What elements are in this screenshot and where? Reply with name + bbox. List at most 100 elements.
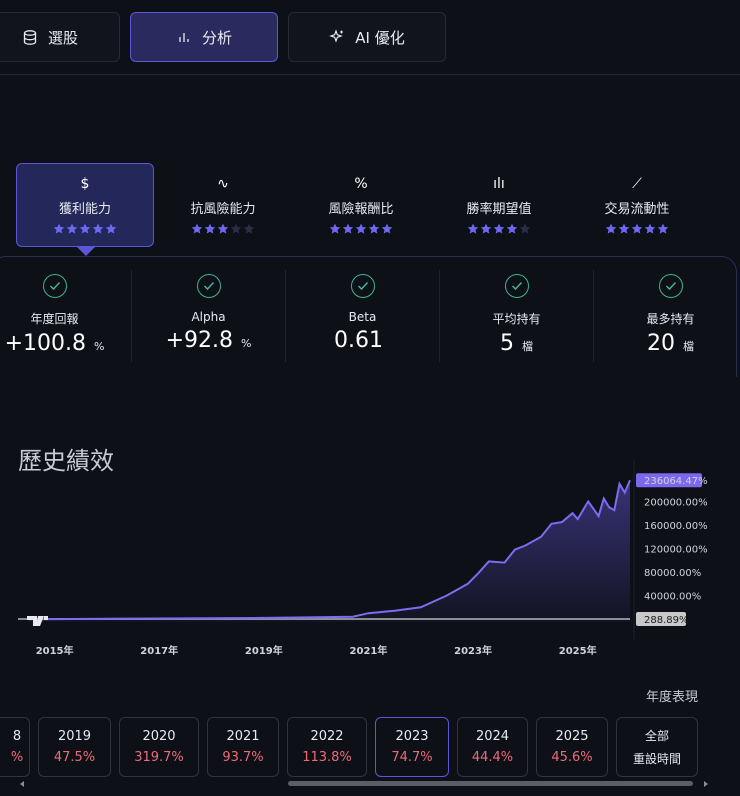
year-card[interactable]: 2020 319.7% (119, 717, 199, 777)
stat-unit: 檔 (683, 340, 694, 353)
year-label: 8 (12, 729, 22, 744)
star-filled-icon (644, 223, 656, 234)
dollar-icon: $ (80, 175, 90, 192)
star-rating (329, 223, 393, 235)
year-card[interactable]: 2024 44.4% (457, 717, 528, 777)
year-card[interactable]: 2019 47.5% (38, 717, 111, 777)
x-tick-label: 2015年 (36, 644, 74, 657)
stat-value: 20 (647, 331, 675, 356)
stat-alpha: Alpha +92.8% (132, 270, 286, 362)
year-card[interactable]: 2021 93.7% (207, 717, 279, 777)
x-tick-label: 2021年 (350, 644, 388, 657)
year-return: 113.8% (302, 750, 352, 765)
check-circle-icon (504, 274, 529, 298)
star-filled-icon (105, 223, 117, 234)
metric-label: 抗風險能力 (190, 201, 256, 217)
star-filled-icon (480, 223, 492, 234)
horizontal-scrollbar[interactable] (18, 781, 710, 787)
bar-chart-icon: ılı (493, 175, 505, 192)
tab-analysis[interactable]: 分析 (130, 12, 278, 62)
stat-value-wrap: +100.8% (5, 331, 105, 356)
star-filled-icon (66, 223, 78, 234)
metric-label: 勝率期望值 (466, 201, 532, 217)
tab-label: AI 優化 (355, 28, 405, 47)
database-icon (22, 29, 38, 45)
stat-value: 5 (500, 331, 514, 356)
stat-value: +92.8 (165, 328, 233, 353)
star-filled-icon (506, 223, 518, 234)
star-rating (605, 223, 669, 235)
star-empty-icon (230, 223, 242, 234)
tab-label: 分析 (201, 28, 232, 47)
sparkle-icon (329, 29, 345, 45)
stat-value: +100.8 (4, 331, 86, 356)
metric-profitability[interactable]: $ 獲利能力 (16, 163, 154, 256)
stat-label: 最多持有 (646, 312, 695, 326)
year-label: 2021 (226, 729, 260, 744)
scroll-left-icon[interactable] (18, 780, 26, 788)
metric-risk-reward[interactable]: % 風險報酬比 (292, 163, 430, 247)
last-value-label: 236064.47% (644, 476, 708, 487)
year-return: 44.4% (471, 750, 514, 765)
stat-label: Beta (348, 310, 377, 324)
performance-chart[interactable]: 200000.00% 160000.00% 120000.00% 80000.00% 4… (0, 460, 740, 665)
star-rating (191, 223, 255, 235)
stat-value-wrap: 20 檔 (647, 331, 694, 356)
year-return: 47.5% (53, 750, 96, 765)
pulse-icon: ∿ (217, 175, 229, 192)
star-filled-icon (204, 223, 216, 234)
year-card[interactable]: 8% (0, 717, 30, 777)
y-tick-label: 200000.00% (644, 497, 708, 508)
reset-label: 重設時間 (632, 752, 681, 766)
tab-stock-picking[interactable]: 選股 (0, 12, 120, 62)
year-return: 45.6% (551, 750, 593, 765)
metric-win-rate[interactable]: ılı 勝率期望值 (430, 163, 568, 247)
star-filled-icon (631, 223, 643, 234)
star-filled-icon (381, 223, 393, 234)
reset-time-button[interactable]: 全部 重設時間 (616, 717, 698, 777)
y-tick-label: 80000.00% (644, 568, 701, 579)
stats-row: 年度回報 +100.8% Alpha +92.8% Beta 0.61 平均持有… (0, 270, 740, 362)
stat-unit: 檔 (522, 340, 533, 353)
stat-label: 年度回報 (30, 312, 79, 326)
metric-liquidity[interactable]: ⟋ 交易流動性 (568, 163, 706, 247)
x-tick-label: 2017年 (140, 644, 178, 657)
metric-label: 交易流動性 (604, 201, 670, 217)
scrollbar-thumb[interactable] (288, 781, 693, 786)
star-filled-icon (605, 223, 617, 234)
y-tick-label: 120000.00% (644, 544, 708, 555)
top-tab-bar: 選股 分析 AI 優化 (0, 12, 446, 62)
star-empty-icon (243, 223, 255, 234)
metric-risk-resistance[interactable]: ∿ 抗風險能力 (154, 163, 292, 247)
scroll-right-icon[interactable] (702, 780, 710, 788)
stat-unit: % (240, 337, 252, 350)
star-filled-icon (329, 223, 341, 234)
stat-label: 平均持有 (492, 312, 541, 326)
year-label: 2019 (57, 729, 92, 744)
stat-value-wrap: 0.61 (334, 328, 391, 353)
star-filled-icon (92, 223, 104, 234)
bar-chart-icon (176, 29, 192, 45)
line-chart-icon: ⟋ (632, 175, 642, 192)
star-filled-icon (191, 223, 203, 234)
year-card[interactable]: 2022 113.8% (287, 717, 367, 777)
year-card-selected[interactable]: 2023 74.7% (375, 717, 449, 777)
star-filled-icon (53, 223, 65, 234)
check-circle-icon (42, 274, 67, 298)
year-label: 2024 (475, 729, 510, 744)
stat-unit: % (93, 340, 105, 353)
check-circle-icon (350, 274, 375, 298)
x-tick-label: 2025年 (559, 644, 597, 657)
star-filled-icon (657, 223, 669, 234)
x-tick-label: 2019年 (245, 644, 283, 657)
y-tick-label: 160000.00% (644, 521, 708, 532)
tab-ai-optimize[interactable]: AI 優化 (288, 12, 446, 62)
year-card[interactable]: 2025 45.6% (536, 717, 608, 777)
star-filled-icon (618, 223, 630, 234)
x-tick-label: 2023年 (454, 644, 492, 657)
star-filled-icon (467, 223, 479, 234)
year-return: 74.7% (391, 750, 433, 765)
stat-avg-holdings: 平均持有 5檔 (440, 270, 594, 362)
year-label: 2025 (555, 729, 589, 744)
annual-performance-title: 年度表現 (646, 690, 699, 705)
